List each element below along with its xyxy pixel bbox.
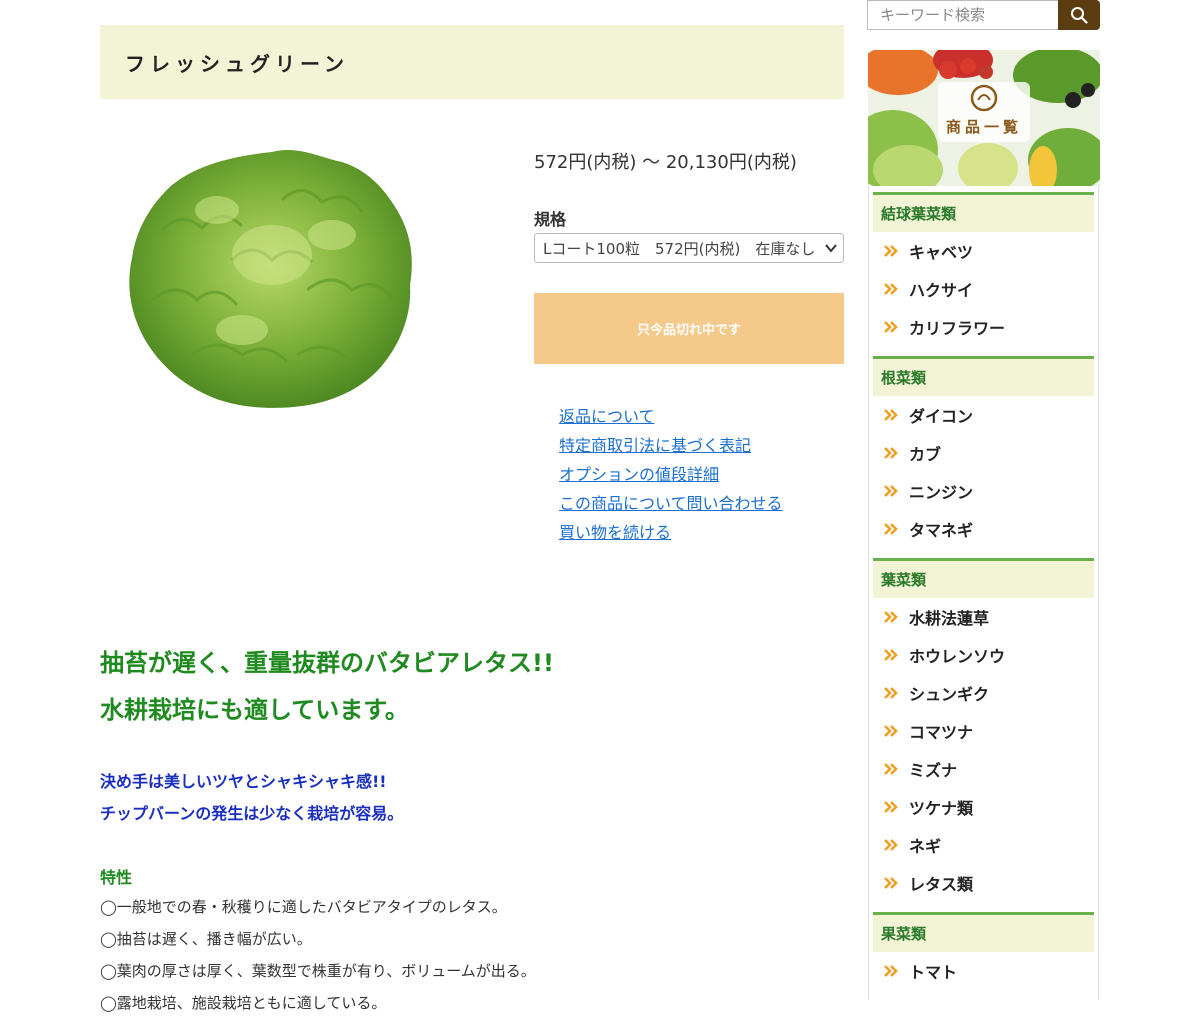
double-chevron-right-icon bbox=[884, 523, 898, 535]
double-chevron-right-icon bbox=[884, 877, 898, 889]
category-list: キャベツ ハクサイ カリフラワー bbox=[869, 232, 1098, 350]
double-chevron-right-icon bbox=[884, 965, 898, 977]
product-list-banner[interactable]: 商品一覧 bbox=[868, 50, 1100, 186]
soldout-button[interactable]: 只今品切れ中です bbox=[534, 293, 844, 364]
search-input[interactable] bbox=[867, 0, 1059, 30]
feature-item: ◯露地栽培、施設栽培ともに適している。 bbox=[100, 994, 387, 1012]
category-item-kabu[interactable]: カブ bbox=[869, 434, 1098, 472]
category-heading: 根菜類 bbox=[873, 356, 1094, 396]
spec-select-value: Lコート100粒 572円(内税) 在庫なし bbox=[543, 239, 815, 258]
double-chevron-right-icon bbox=[884, 725, 898, 737]
category-item-label: ネギ bbox=[909, 837, 942, 856]
category-item-tomato[interactable]: トマト bbox=[869, 952, 1098, 990]
category-item-label: カリフラワー bbox=[909, 319, 1006, 338]
double-chevron-right-icon bbox=[884, 839, 898, 851]
description-headline-1: 抽苔が遅く、重量抜群のバタビアレタス!! bbox=[100, 649, 554, 677]
category-item-hydroponic-spinach[interactable]: 水耕法蓮草 bbox=[869, 598, 1098, 636]
double-chevron-right-icon bbox=[884, 283, 898, 295]
search-icon bbox=[1071, 7, 1088, 24]
category-item-label: タマネギ bbox=[909, 521, 974, 540]
double-chevron-right-icon bbox=[884, 409, 898, 421]
category-item-cauliflower[interactable]: カリフラワー bbox=[869, 308, 1098, 346]
category-list: ダイコン カブ ニンジン タマネギ bbox=[869, 396, 1098, 552]
category-item-label: コマツナ bbox=[909, 723, 974, 742]
double-chevron-right-icon bbox=[884, 245, 898, 257]
product-image-lettuce bbox=[129, 149, 412, 408]
feature-list: ◯一般地での春・秋穫りに適したバタビアタイプのレタス。 ◯抽苔は遅く、播き幅が広… bbox=[100, 896, 536, 1024]
search-bar bbox=[867, 0, 1100, 30]
category-item-shungiku[interactable]: シュンギク bbox=[869, 674, 1098, 712]
link-continue-shopping[interactable]: 買い物を続ける bbox=[559, 523, 671, 542]
category-item-carrot[interactable]: ニンジン bbox=[869, 472, 1098, 510]
category-item-label: カブ bbox=[909, 445, 942, 464]
double-chevron-right-icon bbox=[884, 649, 898, 661]
product-title: フレッシュグリーン bbox=[125, 51, 349, 76]
category-item-label: ミズナ bbox=[909, 761, 958, 780]
category-item-mizuna[interactable]: ミズナ bbox=[869, 750, 1098, 788]
double-chevron-right-icon bbox=[884, 447, 898, 459]
category-item-onion[interactable]: タマネギ bbox=[869, 510, 1098, 548]
category-heading: 果菜類 bbox=[873, 912, 1094, 952]
category-item-cabbage[interactable]: キャベツ bbox=[869, 232, 1098, 270]
link-inquiry[interactable]: この商品について問い合わせる bbox=[559, 494, 783, 513]
category-item-label: 水耕法蓮草 bbox=[909, 609, 990, 628]
description-sub-2: チップバーンの発生は少なく栽培が容易。 bbox=[100, 804, 404, 823]
feature-item: ◯抽苔は遅く、播き幅が広い。 bbox=[100, 930, 312, 948]
category-item-label: キャベツ bbox=[909, 243, 974, 262]
category-item-daikon[interactable]: ダイコン bbox=[869, 396, 1098, 434]
description-headline-2: 水耕栽培にも適しています。 bbox=[100, 696, 409, 724]
category-item-label: トマト bbox=[909, 963, 958, 982]
link-commercial-law[interactable]: 特定商取引法に基づく表記 bbox=[559, 436, 751, 455]
double-chevron-right-icon bbox=[884, 321, 898, 333]
category-item-label: ツケナ類 bbox=[909, 799, 974, 818]
link-returns[interactable]: 返品について bbox=[559, 407, 655, 426]
link-option-price[interactable]: オプションの値段詳細 bbox=[559, 465, 719, 484]
category-item-label: シュンギク bbox=[909, 685, 990, 704]
feature-title: 特性 bbox=[100, 868, 133, 887]
category-item-label: ダイコン bbox=[909, 407, 974, 426]
double-chevron-right-icon bbox=[884, 801, 898, 813]
category-item-negi[interactable]: ネギ bbox=[869, 826, 1098, 864]
feature-item: ◯一般地での春・秋穫りに適したバタビアタイプのレタス。 bbox=[100, 898, 507, 916]
search-button[interactable] bbox=[1058, 0, 1100, 30]
double-chevron-right-icon bbox=[884, 485, 898, 497]
description-sub-1: 決め手は美しいツヤとシャキシャキ感!! bbox=[100, 772, 387, 791]
banner-text: 商品一覧 bbox=[945, 118, 1022, 136]
category-item-spinach[interactable]: ホウレンソウ bbox=[869, 636, 1098, 674]
double-chevron-right-icon bbox=[884, 763, 898, 775]
category-item-label: レタス類 bbox=[909, 875, 974, 894]
category-item-komatsuna[interactable]: コマツナ bbox=[869, 712, 1098, 750]
double-chevron-right-icon bbox=[884, 687, 898, 699]
double-chevron-right-icon bbox=[884, 611, 898, 623]
category-heading: 葉菜類 bbox=[873, 558, 1094, 598]
chevron-down-icon bbox=[825, 244, 837, 253]
category-list: 水耕法蓮草 ホウレンソウ シュンギク コマツナ ミズナ ツケナ類 ネギ レタス類 bbox=[869, 598, 1098, 906]
product-title-box: フレッシュグリーン bbox=[100, 25, 844, 99]
product-price: 572円(内税) 〜 20,130円(内税) bbox=[534, 152, 797, 173]
category-item-label: ハクサイ bbox=[909, 281, 974, 300]
category-item-lettuce[interactable]: レタス類 bbox=[869, 864, 1098, 902]
category-item-tsukena[interactable]: ツケナ類 bbox=[869, 788, 1098, 826]
category-item-label: ニンジン bbox=[909, 483, 974, 502]
category-item-label: ホウレンソウ bbox=[909, 647, 1006, 666]
spec-label: 規格 bbox=[534, 210, 567, 229]
feature-item: ◯葉肉の厚さは厚く、葉数型で株重が有り、ボリュームが出る。 bbox=[100, 962, 536, 980]
spec-select[interactable]: Lコート100粒 572円(内税) 在庫なし bbox=[534, 233, 844, 263]
category-sidebar: 結球葉菜類 キャベツ ハクサイ カリフラワー 根菜類 ダイコン カブ ニンジン … bbox=[868, 186, 1099, 1000]
category-heading: 結球葉菜類 bbox=[873, 192, 1094, 232]
category-list: トマト bbox=[869, 952, 1098, 994]
category-item-hakusai[interactable]: ハクサイ bbox=[869, 270, 1098, 308]
product-links: 返品について 特定商取引法に基づく表記 オプションの値段詳細 この商品について問… bbox=[559, 403, 783, 548]
